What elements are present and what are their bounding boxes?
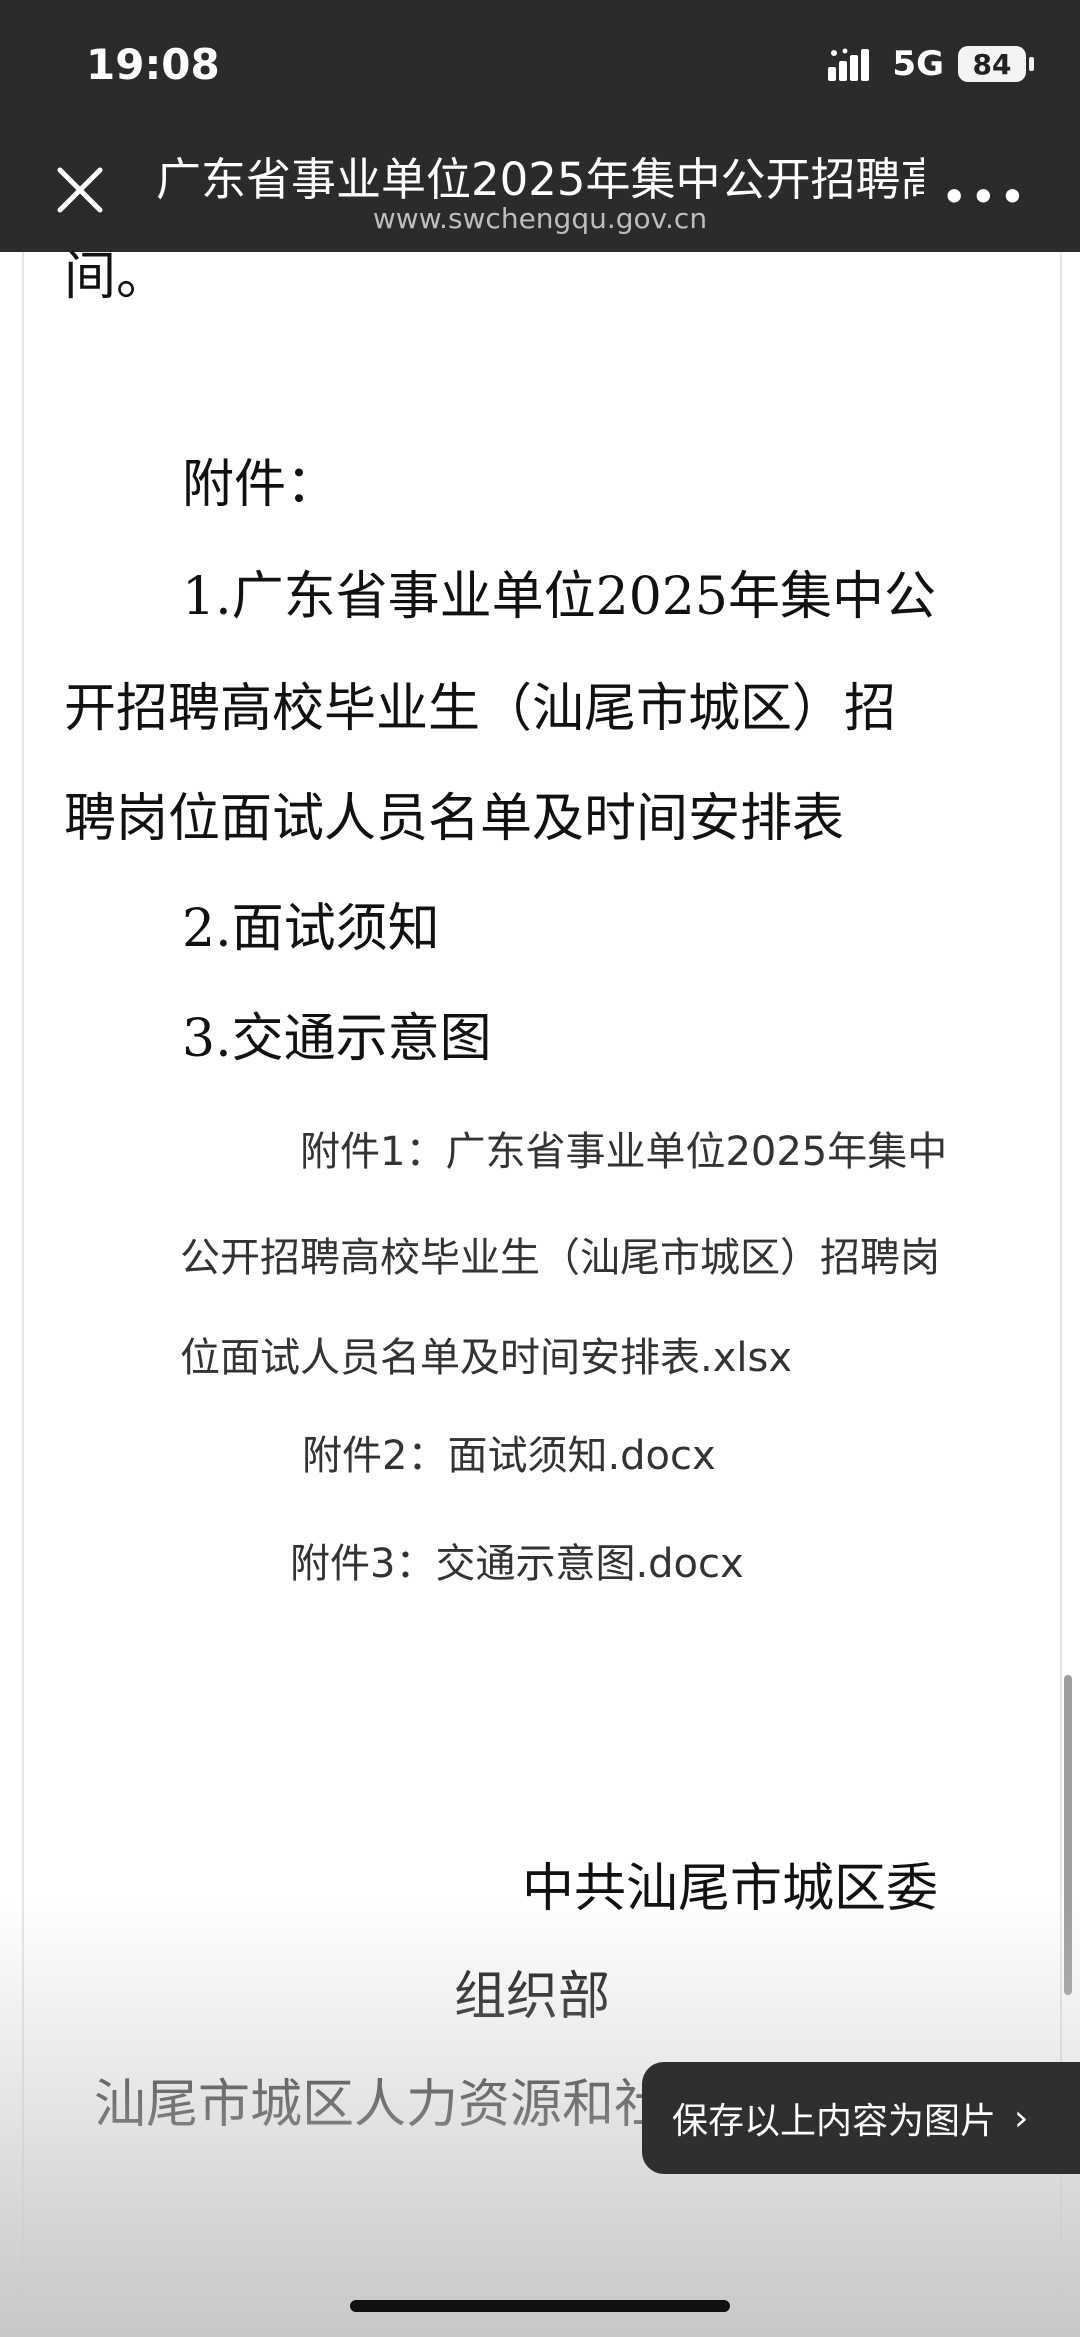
status-bar: 19:08 5G 84 <box>0 0 1080 140</box>
more-icon[interactable]: ••• <box>941 170 1028 224</box>
save-as-image-label: 保存以上内容为图片 <box>672 2101 997 2142</box>
signature-line-1: 中共汕尾市城区委 <box>522 1859 939 1919</box>
home-indicator[interactable] <box>350 2300 730 2312</box>
page-title: 广东省事业单位2025年集中公开招聘高校毕业生（汕尾市城区） <box>156 153 924 206</box>
status-time: 19:08 <box>86 40 220 89</box>
paragraph-tail: 间。 <box>64 247 169 307</box>
battery-level: 84 <box>972 47 1012 81</box>
attachment-3-link[interactable]: 附件3：交通示意图.docx <box>290 1512 744 1616</box>
signature-line-2: 组织部 <box>454 1967 611 2027</box>
article-card: 间。 附件： 1.广东省事业单位2025年集中公 开招聘高校毕业生（汕尾市城区）… <box>22 247 1062 2337</box>
attachment-1-link-cont[interactable]: 公开招聘高校毕业生（汕尾市城区）招聘岗 <box>180 1206 940 1310</box>
signal-icon <box>828 48 870 81</box>
list-item-1-cont: 开招聘高校毕业生（汕尾市城区）招 <box>64 679 897 739</box>
list-item-1-cont2: 聘岗位面试人员名单及时间安排表 <box>64 789 845 849</box>
attachment-1-link[interactable]: 附件1：广东省事业单位2025年集中 <box>300 1100 947 1204</box>
chevron-right-icon: › <box>1014 2097 1029 2139</box>
list-item-1: 1.广东省事业单位2025年集中公 <box>182 567 936 627</box>
status-indicators: 5G 84 <box>828 44 1034 84</box>
list-item-3: 3.交通示意图 <box>182 1009 492 1069</box>
attachment-1-link-cont2[interactable]: 位面试人员名单及时间安排表.xlsx <box>180 1306 792 1410</box>
list-item-2: 2.面试须知 <box>182 899 440 959</box>
battery-icon: 84 <box>958 46 1034 82</box>
attachment-2-link[interactable]: 附件2：面试须知.docx <box>302 1404 716 1508</box>
attachments-heading: 附件： <box>182 455 339 515</box>
network-type: 5G <box>892 44 944 84</box>
save-as-image-button[interactable]: 保存以上内容为图片 › <box>642 2062 1080 2174</box>
scrollbar[interactable] <box>1064 1675 1072 1995</box>
